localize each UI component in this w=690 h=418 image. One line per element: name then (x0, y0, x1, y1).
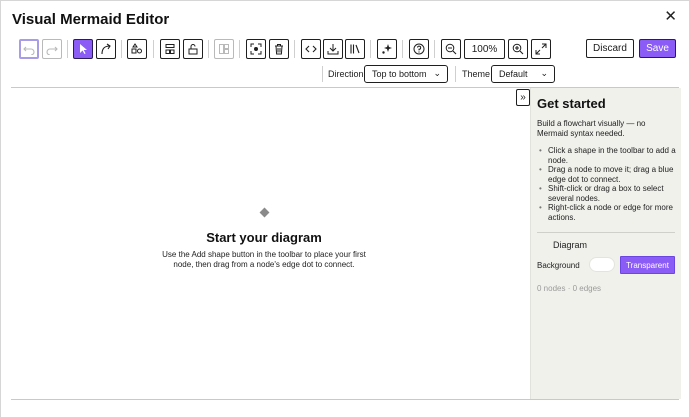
chevron-down-icon: ⌄ (540, 68, 548, 78)
background-toggle[interactable] (589, 257, 615, 272)
editor-dialog: Visual Mermaid Editor ✕ 100% Discard Sav… (0, 0, 690, 418)
save-button[interactable]: Save (639, 39, 676, 58)
list-item: Right-click a node or edge for more acti… (539, 203, 677, 222)
panel-title: Get started (537, 96, 606, 111)
collapse-panel-button[interactable]: » (516, 89, 530, 106)
diagram-section-label: Diagram (553, 240, 588, 250)
fullscreen-button[interactable] (531, 39, 551, 59)
empty-state-body: Use the Add shape button in the toolbar … (162, 250, 366, 269)
transparent-button[interactable]: Transparent (620, 256, 675, 274)
redo-icon (46, 46, 58, 55)
divider (455, 66, 456, 82)
discard-button[interactable]: Discard (586, 39, 634, 58)
expand-icon (535, 43, 547, 55)
unlock-icon (188, 44, 198, 55)
dialog-title: Visual Mermaid Editor (12, 11, 170, 28)
panel-intro: Build a flowchart visually — no Mermaid … (537, 119, 646, 138)
panel-divider (537, 232, 675, 233)
toolbar-divider (294, 40, 295, 58)
toolbar-divider (67, 40, 68, 58)
list-item: Click a shape in the toolbar to add a no… (539, 146, 677, 165)
delete-button[interactable] (269, 39, 289, 59)
connect-tool-button[interactable] (96, 39, 116, 59)
select-tool-button[interactable] (73, 39, 93, 59)
empty-state-title: Start your diagram (206, 230, 322, 245)
theme-select[interactable]: Default ⌄ (491, 65, 555, 83)
export-button[interactable] (323, 39, 343, 59)
shapes-icon (131, 43, 142, 54)
group-button[interactable] (214, 39, 234, 59)
add-shape-button[interactable] (127, 39, 147, 59)
curve-arrow-icon (101, 43, 111, 55)
chevron-down-icon: ⌄ (433, 68, 441, 78)
theme-label: Theme (462, 69, 491, 79)
list-item: Drag a node to move it; drag a blue edge… (539, 165, 677, 184)
zoom-level[interactable]: 100% (464, 39, 505, 59)
library-icon (350, 44, 360, 54)
undo-icon (23, 46, 35, 55)
zoom-out-button[interactable] (441, 39, 461, 59)
divider (322, 66, 323, 82)
code-icon (305, 45, 317, 53)
toolbar-divider (434, 40, 435, 58)
list-item: Shift-click or drag a box to select seve… (539, 184, 677, 203)
redo-button[interactable] (42, 39, 62, 59)
toolbar-divider (402, 40, 403, 58)
toolbar-divider (208, 40, 209, 58)
direction-select[interactable]: Top to bottom ⌄ (364, 65, 448, 83)
zoom-out-icon (445, 43, 457, 55)
direction-label: Direction (328, 69, 364, 79)
download-icon (327, 44, 339, 55)
library-button[interactable] (345, 39, 365, 59)
toolbar-divider (121, 40, 122, 58)
undo-button[interactable] (19, 39, 39, 59)
background-label: Background (537, 261, 580, 270)
focus-icon (250, 43, 262, 55)
code-button[interactable] (301, 39, 321, 59)
theme-value: Default (499, 69, 528, 79)
close-icon[interactable]: ✕ (664, 7, 677, 25)
zoom-in-button[interactable] (508, 39, 528, 59)
help-button[interactable] (409, 39, 429, 59)
layout-icon (165, 44, 175, 54)
toolbar-divider (239, 40, 240, 58)
toolbar-divider (370, 40, 371, 58)
footer-divider (11, 399, 679, 400)
fit-selection-button[interactable] (246, 39, 266, 59)
get-started-panel: Get started Build a flowchart visually —… (530, 88, 681, 399)
tips-list: Click a shape in the toolbar to add a no… (539, 146, 677, 222)
sparkle-icon (382, 44, 392, 54)
auto-layout-button[interactable] (377, 39, 397, 59)
pointer-icon (80, 44, 87, 54)
help-icon (413, 43, 425, 55)
lock-button[interactable] (183, 39, 203, 59)
direction-value: Top to bottom (372, 69, 427, 79)
node-edge-count: 0 nodes · 0 edges (537, 284, 602, 293)
group-icon (219, 44, 229, 54)
align-button[interactable] (160, 39, 180, 59)
toolbar-divider (153, 40, 154, 58)
zoom-in-icon (512, 43, 524, 55)
trash-icon (275, 44, 283, 55)
